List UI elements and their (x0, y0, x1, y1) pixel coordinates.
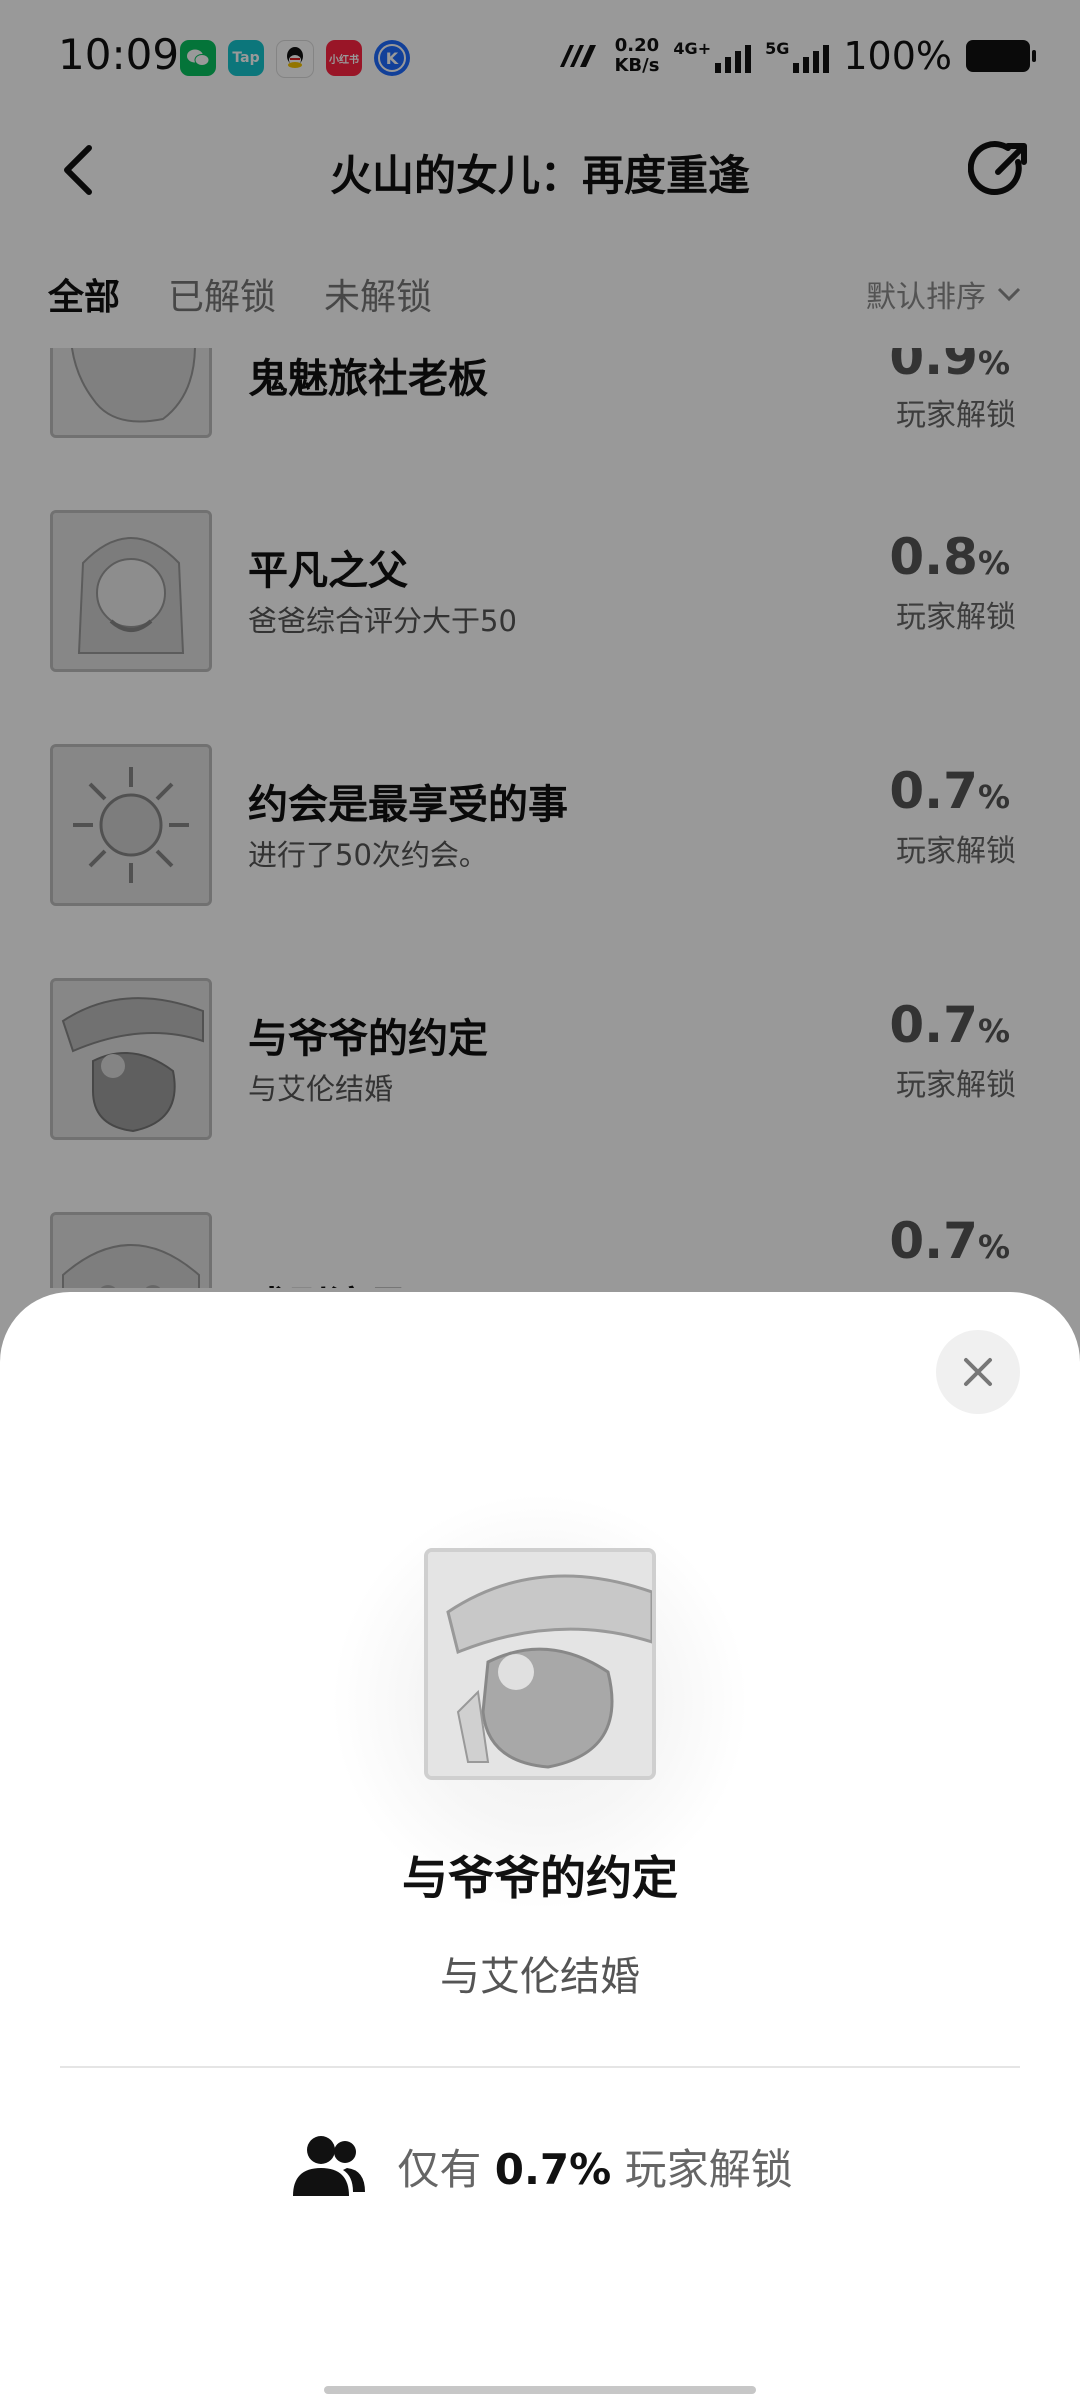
unlock-stat: 仅有 0.7% 玩家解锁 (0, 2132, 1080, 2200)
achievement-detail-sheet: 与爷爷的约定 与艾伦结婚 仅有 0.7% 玩家解锁 (0, 1292, 1080, 2400)
close-icon (964, 1358, 992, 1386)
achievement-badge-image (424, 1548, 656, 1780)
detail-title: 与爷爷的约定 (402, 1851, 678, 1905)
users-icon (293, 2136, 366, 2196)
close-button[interactable] (936, 1330, 1020, 1414)
divider (60, 2066, 1020, 2068)
detail-description: 与艾伦结婚 (440, 1954, 640, 2000)
unlock-stat-value: 0.7% (494, 2144, 612, 2194)
home-indicator[interactable] (324, 2386, 756, 2394)
unlock-stat-text: 仅有 0.7% 玩家解锁 (397, 2144, 793, 2194)
